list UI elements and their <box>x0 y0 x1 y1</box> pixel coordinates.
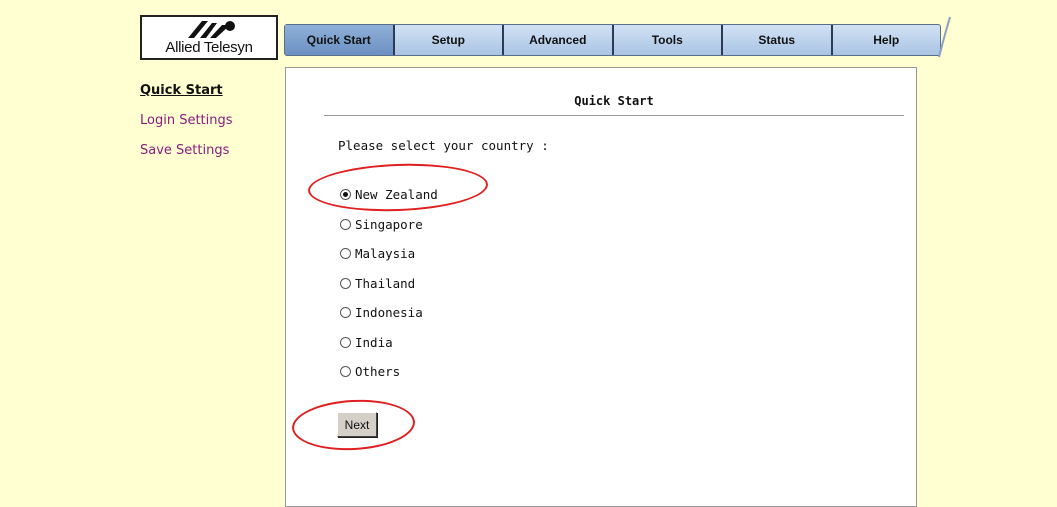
country-label: Thailand <box>355 276 416 291</box>
main-nav-bar: Quick Start Setup Advanced Tools Status … <box>284 24 941 56</box>
country-label: Indonesia <box>355 305 423 320</box>
page-title: Quick Start <box>574 94 654 108</box>
logo-mark-icon <box>188 21 235 38</box>
radio-button[interactable] <box>340 278 351 289</box>
country-prompt: Please select your country : <box>338 138 549 153</box>
country-label: Malaysia <box>355 246 416 261</box>
radio-button[interactable] <box>340 337 351 348</box>
country-option-others[interactable]: Others <box>340 364 400 379</box>
radio-button[interactable] <box>340 219 351 230</box>
sidebar-item-quick-start[interactable]: Quick Start <box>140 83 233 98</box>
country-option-indonesia[interactable]: Indonesia <box>340 305 423 320</box>
country-label: India <box>355 335 393 350</box>
radio-button[interactable] <box>340 307 351 318</box>
sidebar: Quick Start Login Settings Save Settings <box>140 83 233 173</box>
sidebar-item-login-settings[interactable]: Login Settings <box>140 113 233 128</box>
title-divider <box>324 115 904 116</box>
country-option-singapore[interactable]: Singapore <box>340 217 423 232</box>
sidebar-item-save-settings[interactable]: Save Settings <box>140 143 233 158</box>
country-option-india[interactable]: India <box>340 335 393 350</box>
country-option-thailand[interactable]: Thailand <box>340 276 415 291</box>
country-option-malaysia[interactable]: Malaysia <box>340 246 415 261</box>
radio-button[interactable] <box>340 248 351 259</box>
tab-tools[interactable]: Tools <box>614 25 723 55</box>
tab-status[interactable]: Status <box>723 25 833 55</box>
tab-help[interactable]: Help <box>833 25 941 55</box>
tab-setup[interactable]: Setup <box>395 25 504 55</box>
tab-advanced[interactable]: Advanced <box>504 25 614 55</box>
tab-quick-start[interactable]: Quick Start <box>285 25 395 55</box>
nav-end-curve <box>938 16 951 58</box>
logo-brand-text: Allied Telesyn <box>165 39 253 56</box>
country-label: Others <box>355 364 401 379</box>
radio-button[interactable] <box>340 366 351 377</box>
country-label: Singapore <box>355 217 423 232</box>
allied-telesyn-logo: Allied Telesyn <box>140 15 278 60</box>
